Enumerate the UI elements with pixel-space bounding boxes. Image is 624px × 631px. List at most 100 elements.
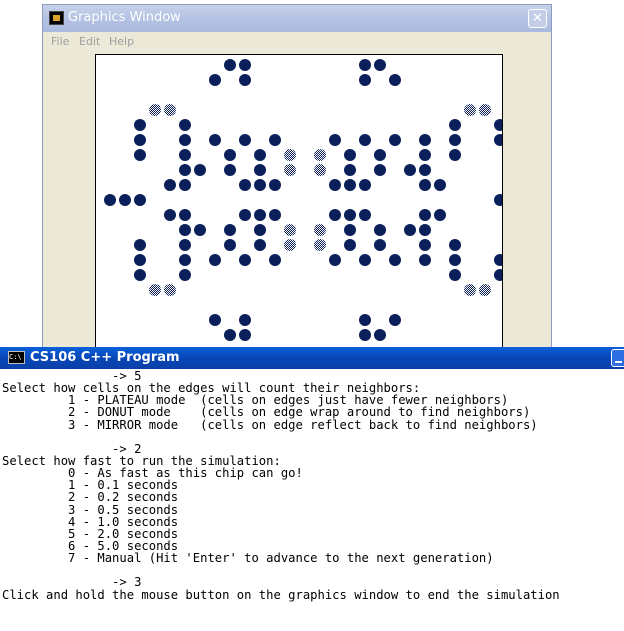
- live-cell: [254, 224, 266, 236]
- live-cell: [389, 254, 401, 266]
- live-cell: [344, 164, 356, 176]
- live-cell: [419, 224, 431, 236]
- live-cell: [179, 239, 191, 251]
- aging-cell: [284, 239, 296, 251]
- live-cell: [179, 119, 191, 131]
- live-cell: [374, 224, 386, 236]
- aging-cell: [464, 284, 476, 296]
- live-cell: [404, 164, 416, 176]
- live-cell: [359, 134, 371, 146]
- live-cell: [164, 209, 176, 221]
- live-cell: [134, 149, 146, 161]
- live-cell: [449, 149, 461, 161]
- aging-cell: [149, 104, 161, 116]
- live-cell: [239, 314, 251, 326]
- console-line: -> 3: [2, 575, 142, 590]
- live-cell: [239, 59, 251, 71]
- live-cell: [434, 209, 446, 221]
- live-cell: [419, 239, 431, 251]
- live-cell: [179, 269, 191, 281]
- close-icon: ✕: [532, 11, 543, 26]
- live-cell: [389, 314, 401, 326]
- close-button[interactable]: ✕: [528, 9, 547, 28]
- live-cell: [104, 194, 116, 206]
- minimize-icon: [615, 361, 622, 363]
- live-cell: [359, 329, 371, 341]
- life-grid-canvas[interactable]: [95, 54, 503, 354]
- console-icon: C:\: [8, 351, 25, 364]
- live-cell: [239, 74, 251, 86]
- live-cell: [449, 269, 461, 281]
- console-line: 3 - 0.5 seconds: [2, 502, 179, 517]
- live-cell: [374, 59, 386, 71]
- live-cell: [254, 209, 266, 221]
- live-cell: [254, 149, 266, 161]
- console-line: 4 - 1.0 seconds: [2, 514, 179, 529]
- live-cell: [134, 119, 146, 131]
- live-cell: [449, 254, 461, 266]
- aging-cell: [314, 164, 326, 176]
- live-cell: [194, 224, 206, 236]
- menu-edit[interactable]: Edit: [79, 35, 100, 48]
- live-cell: [494, 119, 502, 131]
- live-cell: [179, 164, 191, 176]
- live-cell: [404, 224, 416, 236]
- live-cell: [329, 179, 341, 191]
- minimize-button[interactable]: [611, 349, 624, 367]
- live-cell: [419, 164, 431, 176]
- aging-cell: [314, 239, 326, 251]
- live-cell: [329, 209, 341, 221]
- live-cell: [179, 149, 191, 161]
- live-cell: [179, 179, 191, 191]
- live-cell: [374, 239, 386, 251]
- graphics-window-titlebar[interactable]: Graphics Window ✕: [43, 5, 551, 32]
- menu-file[interactable]: File: [51, 35, 69, 48]
- aging-cell: [284, 224, 296, 236]
- live-cell: [374, 329, 386, 341]
- live-cell: [419, 254, 431, 266]
- graphics-window: Graphics Window ✕ File Edit Help: [42, 4, 552, 354]
- console-output[interactable]: -> 5 Select how cells on the edges will …: [2, 370, 624, 631]
- aging-cell: [314, 149, 326, 161]
- console-line: 2 - 0.2 seconds: [2, 490, 179, 505]
- app-icon: [49, 11, 64, 25]
- live-cell: [419, 149, 431, 161]
- live-cell: [179, 134, 191, 146]
- life-grid-svg: [104, 59, 502, 341]
- console-line: 2 - DONUT mode (cells on edge wrap aroun…: [2, 405, 531, 420]
- live-cell: [269, 134, 281, 146]
- console-titlebar[interactable]: C:\ CS106 C++ Program: [0, 347, 624, 369]
- live-cell: [194, 164, 206, 176]
- live-cell: [164, 179, 176, 191]
- menu-help[interactable]: Help: [109, 35, 134, 48]
- live-cell: [344, 149, 356, 161]
- live-cell: [374, 164, 386, 176]
- live-cell: [254, 239, 266, 251]
- live-cell: [134, 134, 146, 146]
- live-cell: [374, 149, 386, 161]
- live-cell: [389, 134, 401, 146]
- aging-cell: [479, 104, 491, 116]
- live-cell: [359, 59, 371, 71]
- aging-cell: [314, 224, 326, 236]
- live-cell: [254, 164, 266, 176]
- live-cell: [224, 239, 236, 251]
- live-cell: [494, 254, 502, 266]
- live-cell: [224, 59, 236, 71]
- console-line: 3 - MIRROR mode (cells on edge reflect b…: [2, 417, 538, 432]
- live-cell: [134, 194, 146, 206]
- live-cell: [134, 239, 146, 251]
- live-cell: [344, 179, 356, 191]
- live-cell: [119, 194, 131, 206]
- live-cell: [239, 254, 251, 266]
- aging-cell: [479, 284, 491, 296]
- live-cell: [344, 224, 356, 236]
- live-cell: [224, 164, 236, 176]
- live-cell: [224, 149, 236, 161]
- live-cell: [359, 179, 371, 191]
- aging-cell: [164, 284, 176, 296]
- live-cell: [344, 239, 356, 251]
- live-cell: [494, 194, 502, 206]
- console-line: Click and hold the mouse button on the g…: [2, 587, 560, 602]
- live-cell: [239, 179, 251, 191]
